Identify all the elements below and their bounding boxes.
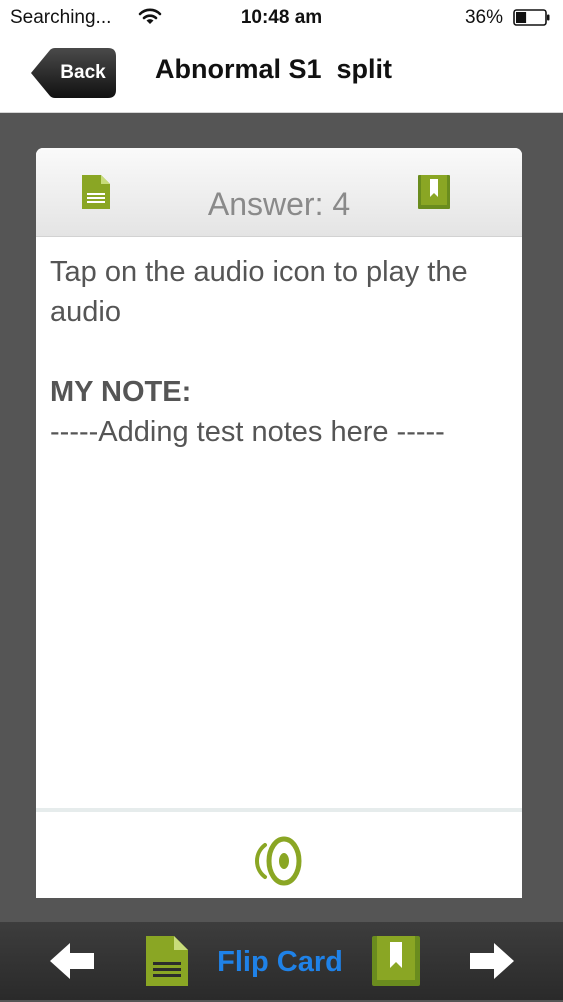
page-title: Abnormal S1 split [155,54,393,84]
card-header: Answer: 4 [36,148,522,237]
card-footer [36,808,522,898]
card-body: Tap on the audio icon to play the audio … [50,252,512,452]
battery-percent: 36% [464,7,503,28]
left-arrow-icon[interactable] [50,943,94,979]
nav-bar: Back Abnormal S1 split [0,36,563,113]
toolbar-bookmark-icon[interactable] [372,936,420,986]
back-button-label: Back [60,62,106,83]
instruction-text: Tap on the audio icon to play the audio [50,256,468,328]
flash-card: Answer: 4 Tap on the audio icon to play … [36,148,522,898]
toolbar-notes-icon[interactable] [146,936,188,986]
right-arrow-icon[interactable] [470,943,514,979]
flip-card-button[interactable]: Flip Card [200,922,360,1000]
back-button[interactable]: Back [30,48,116,98]
status-bar: Searching... 10:48 am 36% [0,0,563,36]
note-heading: MY NOTE: [50,376,192,408]
battery-icon [513,9,550,26]
audio-icon[interactable] [254,833,306,889]
note-text: -----Adding test notes here ----- [50,416,445,448]
bottom-toolbar: Flip Card [0,922,563,1000]
bookmark-icon[interactable] [418,175,450,209]
